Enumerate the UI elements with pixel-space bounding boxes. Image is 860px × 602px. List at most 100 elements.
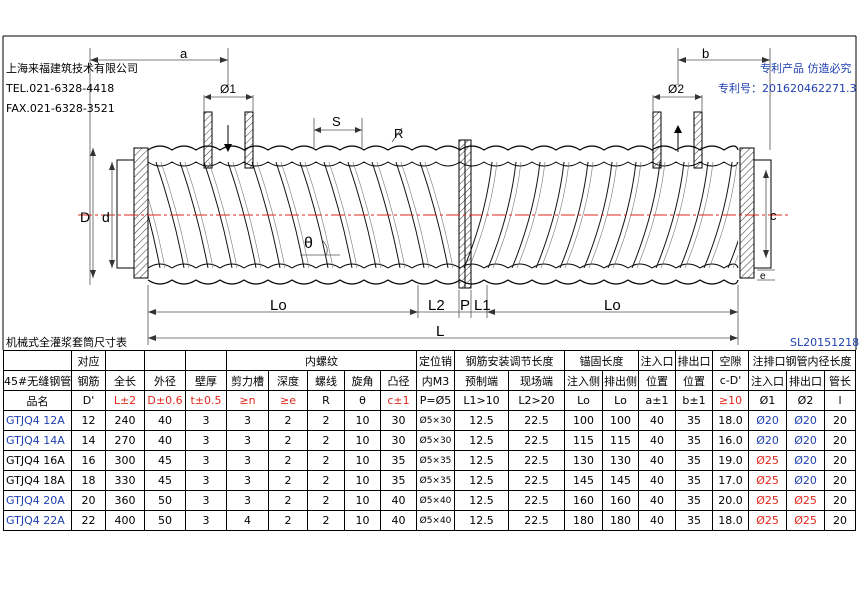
table-cell-gap: 20.0: [712, 490, 750, 511]
label-Lo-left: Lo: [270, 297, 287, 314]
outlet-port: [652, 94, 703, 169]
table-cell-dp: 22: [71, 510, 106, 531]
table-cell-Lo1: 115: [564, 430, 604, 451]
table-cell-d1: Ø25: [748, 470, 788, 491]
table-cell-L2: 22.5: [508, 490, 566, 511]
table-cell-L2: 22.5: [508, 450, 566, 471]
table-cell-a: 40: [638, 450, 677, 471]
table-cell-l: 20: [824, 430, 857, 451]
label-d: d: [102, 209, 110, 225]
label-L1: L1: [474, 297, 491, 314]
table-cell-d2: Ø25: [786, 510, 826, 531]
table-cell-a: 40: [638, 510, 677, 531]
table-cell-Lo2: 180: [602, 510, 640, 531]
table-cell-L1: 12.5: [454, 470, 510, 491]
table-cell-l: 20: [824, 510, 857, 531]
table-cell-R: 2: [307, 510, 345, 531]
table-cell-d1: Ø25: [748, 510, 788, 531]
table-cell-d1: Ø25: [748, 450, 788, 471]
th-duiying: 对应: [71, 350, 106, 371]
table-row: GTJQ4 20A 20 360 50 3 3 2 2 10 40 Ø5×40 12.5 22.5 160…: [3, 490, 857, 511]
table-cell-c: 35: [379, 470, 418, 491]
label-c: c: [770, 208, 777, 223]
spec-table: 对应 内螺纹 定位销 钢筋安装调节长度 锚固长度 注入口 排出口 空隙 注排口钢…: [3, 350, 857, 531]
dimension-b: [677, 48, 771, 150]
table-row: GTJQ4 22A 22 400 50 3 4 2 2 10 40 Ø5×40 12.5 22.5 180…: [3, 510, 857, 531]
table-cell-Lo1: 180: [564, 510, 604, 531]
table-cell-theta: 10: [344, 430, 381, 451]
table-cell-P: Ø5×35: [416, 470, 456, 491]
table-cell-t: 3: [185, 510, 227, 531]
table-cell-l: 20: [824, 450, 857, 471]
table-cell-L: 400: [105, 510, 145, 531]
label-theta: θ: [304, 235, 313, 252]
table-cell-theta: 10: [344, 450, 381, 471]
table-cell-b: 35: [675, 490, 714, 511]
table-cell-L2: 22.5: [508, 410, 566, 431]
table-cell-b: 35: [675, 510, 714, 531]
table-cell-name: GTJQ4 16A: [3, 450, 72, 471]
table-cell-n: 3: [226, 430, 269, 451]
table-cell-d2: Ø25: [786, 490, 826, 511]
table-cell-Lo1: 100: [564, 410, 604, 431]
table-cell-D: 45: [144, 450, 186, 471]
table-cell-L2: 22.5: [508, 430, 566, 451]
table-cell-L2: 22.5: [508, 510, 566, 531]
th-neiluowen: 内螺纹: [225, 350, 418, 371]
dimension-c: [757, 170, 775, 281]
table-cell-c: 30: [379, 410, 418, 431]
table-cell-c: 40: [379, 510, 418, 531]
table-cell-theta: 10: [344, 410, 381, 431]
header-row-2: 45#无缝钢管 钢筋 全长 外径 壁厚 剪力槽 深度 螺线 旋角 凸径 内M3 …: [3, 370, 857, 391]
table-cell-a: 40: [638, 410, 677, 431]
table-cell-Lo1: 130: [564, 450, 604, 471]
table-cell-name: GTJQ4 18A: [3, 470, 72, 491]
label-R: R: [394, 126, 403, 141]
table-cell-a: 40: [638, 430, 677, 451]
table-cell-D: 50: [144, 510, 186, 531]
table-cell-n: 3: [226, 490, 269, 511]
table-cell-Lo1: 145: [564, 470, 604, 491]
table-cell-L: 360: [105, 490, 145, 511]
table-cell-a: 40: [638, 490, 677, 511]
table-cell-Lo2: 130: [602, 450, 640, 471]
patent-notice: 专利产品 仿造必究: [760, 62, 852, 75]
table-cell-P: Ø5×30: [416, 430, 456, 451]
table-row: GTJQ4 16A 16 300 45 3 3 2 2 10 35 Ø5×35 12.5 22.5 130…: [3, 450, 857, 471]
table-cell-R: 2: [307, 490, 345, 511]
table-cell-d1: Ø20: [748, 410, 788, 431]
table-cell-R: 2: [307, 470, 345, 491]
table-cell-d2: Ø20: [786, 470, 826, 491]
table-cell-b: 35: [675, 430, 714, 451]
table-cell-b: 35: [675, 450, 714, 471]
table-cell-l: 20: [824, 470, 857, 491]
table-cell-dp: 16: [71, 450, 106, 471]
label-S: S: [332, 114, 341, 129]
company-tel: TEL.021-6328-4418: [6, 82, 115, 95]
table-title: 机械式全灌浆套筒尺寸表: [6, 336, 127, 349]
table-cell-n: 3: [226, 470, 269, 491]
table-cell-a: 40: [638, 470, 677, 491]
table-cell-L: 330: [105, 470, 145, 491]
label-d1: Ø1: [220, 82, 236, 96]
table-cell-t: 3: [185, 430, 227, 451]
table-cell-n: 3: [226, 410, 269, 431]
table-cell-e: 2: [268, 470, 308, 491]
table-cell-t: 3: [185, 450, 227, 471]
table-cell-L1: 12.5: [454, 430, 510, 451]
table-cell-R: 2: [307, 410, 345, 431]
th-guanneijing: 注排口钢管内径长度: [748, 350, 857, 371]
label-e: e: [760, 271, 766, 282]
table-cell-t: 3: [185, 410, 227, 431]
table-cell-dp: 20: [71, 490, 106, 511]
table-row: GTJQ4 18A 18 330 45 3 3 2 2 10 35 Ø5×35 12.5 22.5 145…: [3, 470, 857, 491]
th-material: 45#无缝钢管: [3, 370, 72, 391]
table-cell-L1: 12.5: [454, 490, 510, 511]
dimension-S: [313, 118, 403, 150]
table-cell-Lo2: 160: [602, 490, 640, 511]
table-cell-d2: Ø20: [786, 430, 826, 451]
table-cell-L: 300: [105, 450, 145, 471]
table-cell-t: 3: [185, 470, 227, 491]
table-cell-dp: 14: [71, 430, 106, 451]
label-b: b: [702, 46, 709, 61]
